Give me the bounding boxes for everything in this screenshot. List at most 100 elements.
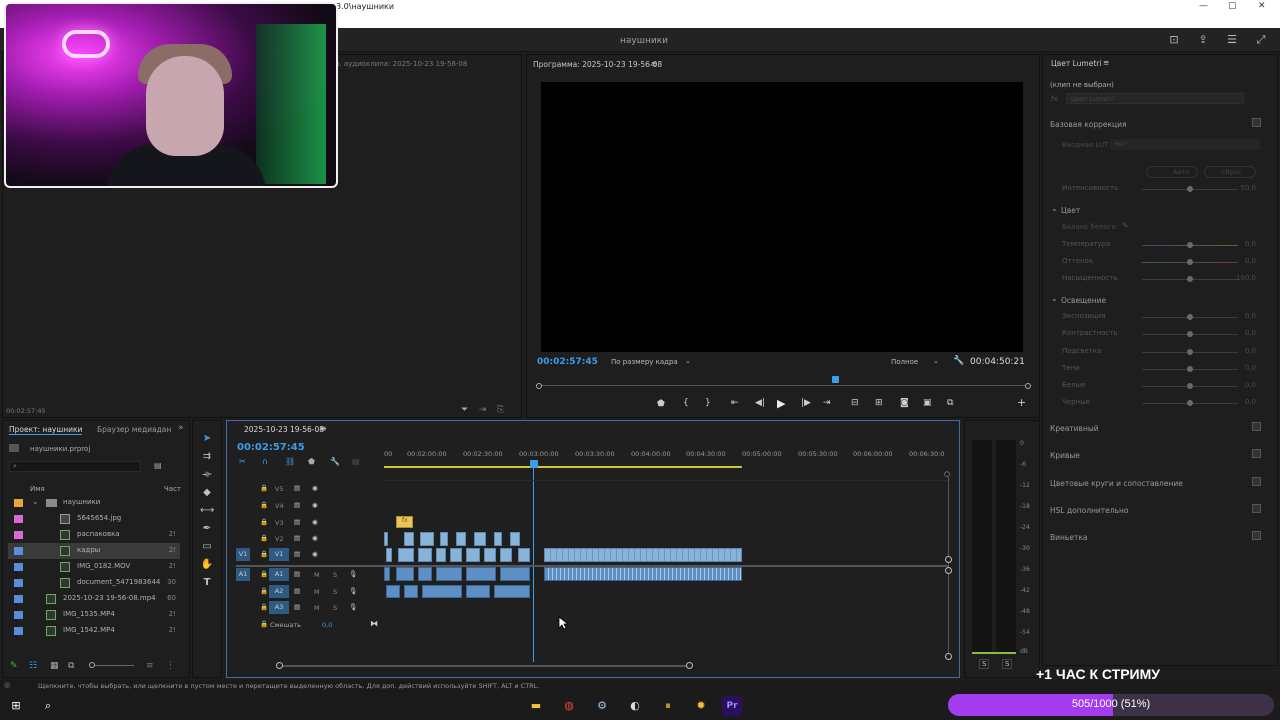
- pen-tool-icon[interactable]: ✒: [200, 522, 214, 536]
- mix-volume-value[interactable]: 0,0: [322, 621, 332, 629]
- sync-lock-icon[interactable]: ▤: [294, 587, 300, 595]
- selection-tool-icon[interactable]: ➤: [200, 432, 214, 446]
- color-section-header[interactable]: Цвет: [1061, 206, 1080, 215]
- track-header-a1[interactable]: A1 🔒 A1 ▤ M S 🎙: [236, 567, 384, 583]
- sort-icon[interactable]: ≡: [146, 661, 154, 671]
- go-to-out-icon[interactable]: ⇥: [823, 398, 831, 408]
- saturation-knob[interactable]: [1187, 276, 1193, 282]
- project-item[interactable]: IMG_0182.MOV 2!: [8, 559, 180, 575]
- microphone-icon[interactable]: 🎙: [349, 587, 357, 595]
- eyedropper-icon[interactable]: ✎: [1122, 221, 1129, 230]
- mute-button[interactable]: M: [314, 571, 320, 579]
- share-icon[interactable]: ⇪: [1197, 34, 1209, 46]
- automate-icon[interactable]: ⋮: [166, 661, 175, 671]
- clip-v1[interactable]: [398, 548, 414, 562]
- color-collapse-chevron-icon[interactable]: ⌄: [1051, 204, 1058, 213]
- lock-icon[interactable]: 🔒: [260, 518, 268, 526]
- label-color-swatch[interactable]: [14, 531, 23, 539]
- program-playhead[interactable]: [832, 376, 839, 383]
- whites-knob[interactable]: [1187, 383, 1193, 389]
- panel-overflow-icon[interactable]: »: [178, 423, 184, 433]
- label-color-swatch[interactable]: [14, 611, 23, 619]
- label-color-swatch[interactable]: [14, 499, 23, 507]
- clip-v1[interactable]: [386, 548, 392, 562]
- clip-a1[interactable]: [418, 567, 432, 581]
- tint-slider[interactable]: Оттенок 0,0: [1062, 257, 1258, 269]
- tab-project[interactable]: Проект: наушники: [9, 425, 83, 435]
- vignette-section[interactable]: Виньетка: [1050, 533, 1087, 542]
- track-header-a2[interactable]: 🔒 A2 ▤ M S 🎙: [236, 584, 384, 600]
- timeline-playhead-handle[interactable]: [530, 460, 538, 468]
- mix-expand-icon[interactable]: ⧓: [370, 619, 378, 628]
- quality-dropdown[interactable]: Полное: [891, 358, 918, 366]
- basic-correction-header[interactable]: Базовая коррекция: [1050, 120, 1127, 129]
- windows-start-icon[interactable]: ⊞: [6, 696, 26, 716]
- linked-selection-icon[interactable]: ⛓: [285, 457, 295, 466]
- source-patch-a1[interactable]: A1: [236, 568, 250, 581]
- project-item[interactable]: распаковка 2!: [8, 527, 180, 543]
- track-header-a3[interactable]: 🔒 A3 ▤ M S 🎙: [236, 600, 384, 616]
- clip-a2[interactable]: [422, 585, 462, 598]
- whites-value[interactable]: 0,0: [1245, 381, 1256, 389]
- maximize-button[interactable]: ▢: [1228, 1, 1237, 11]
- whites-slider[interactable]: Белые 0,0: [1062, 381, 1258, 393]
- obs-icon[interactable]: ◐: [625, 696, 645, 716]
- solo-button[interactable]: S: [333, 571, 337, 579]
- clip-v2[interactable]: [494, 532, 502, 546]
- timeline-playhead-line[interactable]: [533, 466, 534, 662]
- vignette-checkbox[interactable]: [1252, 531, 1261, 540]
- clip-v2[interactable]: [404, 532, 414, 546]
- track-header-v1[interactable]: V1 🔒 V1 ▤ ◉: [236, 547, 384, 563]
- insert-icon[interactable]: ⇥: [479, 405, 487, 415]
- slip-tool-icon[interactable]: ⟷: [200, 504, 214, 518]
- new-bin-icon[interactable]: ▤: [154, 461, 162, 470]
- proxy-toggle-icon[interactable]: ⧉: [947, 398, 953, 408]
- track-header-mix[interactable]: 🔒 Смешать 0,0 ⧓: [236, 617, 384, 633]
- clip-v1[interactable]: [436, 548, 446, 562]
- label-color-swatch[interactable]: [14, 563, 23, 571]
- captions-icon[interactable]: ▤: [352, 457, 360, 466]
- lock-icon[interactable]: 🔒: [260, 587, 268, 595]
- file-explorer-icon[interactable]: ▬: [526, 696, 546, 716]
- eye-icon[interactable]: ◉: [312, 518, 318, 526]
- light-section-header[interactable]: Освещение: [1061, 296, 1106, 305]
- lock-icon[interactable]: 🔒: [260, 484, 268, 492]
- sync-lock-icon[interactable]: ▤: [294, 518, 300, 526]
- sync-lock-icon[interactable]: ▤: [294, 534, 300, 542]
- mark-in-icon[interactable]: {: [683, 398, 689, 408]
- clip-a2[interactable]: [494, 585, 530, 598]
- fullscreen-icon[interactable]: ⤢: [1255, 34, 1267, 46]
- blacks-knob[interactable]: [1187, 400, 1193, 406]
- auto-button[interactable]: Авто: [1146, 166, 1198, 178]
- premiere-pro-icon[interactable]: Pr: [722, 696, 742, 716]
- ripple-edit-tool-icon[interactable]: ⟛: [200, 468, 214, 482]
- timeline-menu[interactable]: ≡: [320, 424, 327, 433]
- tab-media-browser[interactable]: Браузер медиадан: [97, 425, 171, 434]
- clip-a1[interactable]: [500, 567, 530, 581]
- tint-knob[interactable]: [1187, 259, 1193, 265]
- project-item[interactable]: IMG_1535.MP4 2!: [8, 607, 180, 623]
- step-forward-icon[interactable]: |▶: [801, 398, 811, 408]
- curves-section[interactable]: Кривые: [1050, 451, 1080, 460]
- taskbar-search-icon[interactable]: ⌕: [38, 696, 58, 716]
- intensity-slider[interactable]: Интенсивность 50,0: [1062, 184, 1258, 196]
- col-name-header[interactable]: Имя: [30, 485, 45, 493]
- mark-out-icon[interactable]: }: [705, 398, 711, 408]
- collapse-chevron-icon[interactable]: ⌄: [32, 497, 39, 506]
- quick-export-icon[interactable]: ⊡: [1168, 34, 1180, 46]
- track-header-v2[interactable]: 🔒 V2 ▤ ◉: [236, 531, 384, 547]
- v-scroll-bottom-handle[interactable]: [945, 653, 952, 660]
- eye-icon[interactable]: ◉: [312, 484, 318, 492]
- eye-icon[interactable]: ◉: [312, 501, 318, 509]
- filter-icon[interactable]: ⏷: [461, 405, 468, 415]
- v-scroll-handle[interactable]: [945, 567, 952, 574]
- mute-button[interactable]: M: [314, 588, 320, 596]
- temperature-value[interactable]: 0,0: [1245, 240, 1256, 248]
- hand-tool-icon[interactable]: ✋: [200, 558, 214, 572]
- contrast-knob[interactable]: [1187, 331, 1193, 337]
- clip-v3-graphic[interactable]: fx: [396, 516, 413, 528]
- workspace-menu-icon[interactable]: ☰: [1226, 34, 1238, 46]
- sync-lock-icon[interactable]: ▤: [294, 501, 300, 509]
- clip-a1[interactable]: [396, 567, 414, 581]
- comparison-view-icon[interactable]: ▣: [923, 398, 932, 408]
